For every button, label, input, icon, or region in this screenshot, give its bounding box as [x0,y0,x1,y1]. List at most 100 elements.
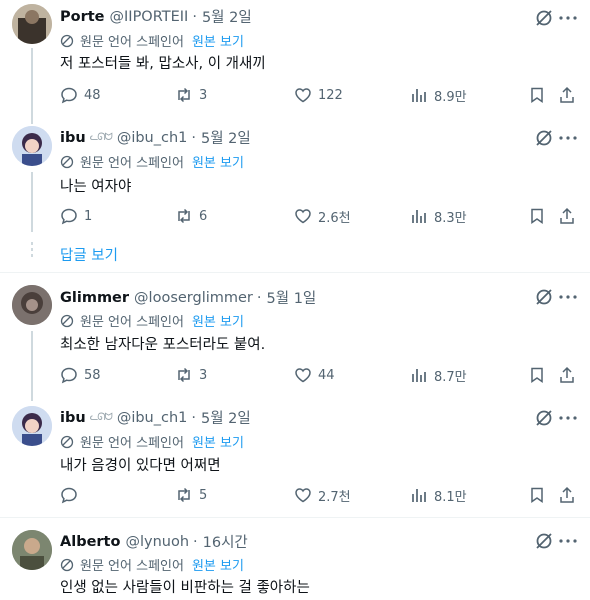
avatar[interactable] [12,285,52,325]
show-original-link[interactable]: 원본 보기 [192,432,244,451]
translation-notice: 원문 언어 스페인어 원본 보기 [60,31,244,50]
timestamp[interactable]: 5월 2일 [202,6,252,27]
retweet-count: 3 [199,87,208,103]
tweet-header: ibu ᓚᘏᗢ @ibu_ch1 · 5월 2일 [60,407,251,428]
reply-count: 48 [84,87,101,103]
share-button[interactable] [558,85,576,105]
more-options-icon[interactable] [558,408,578,428]
tweet-header: Alberto @lynuoh · 16시간 [60,531,248,552]
display-name[interactable]: ibu [60,410,86,426]
handle[interactable]: @lynuoh [125,534,189,550]
more-options-icon[interactable] [558,8,578,28]
like-button[interactable]: 122 [294,85,343,105]
bookmark-button[interactable] [528,485,546,505]
translation-notice: 원문 언어 스페인어 원본 보기 [60,152,244,171]
tweet[interactable]: ibu ᓚᘏᗢ @ibu_ch1 · 5월 2일 원문 언어 스페인어 원본 보… [0,118,590,272]
views-button[interactable]: 8.3만 [410,206,467,226]
timestamp[interactable]: 5월 1일 [267,287,317,308]
tweet[interactable]: ibu ᓚᘏᗢ @ibu_ch1 · 5월 2일 원문 언어 스페인어 원본 보… [0,398,590,516]
timestamp[interactable]: 5월 2일 [201,407,251,428]
action-bar: 5 2.7천 8.1만 [60,485,580,505]
translation-notice: 원문 언어 스페인어 원본 보기 [60,311,244,330]
reply-button[interactable]: 48 [60,85,101,105]
tweet-header: Porte @IIPORTEII · 5월 2일 [60,6,252,27]
show-replies-link[interactable]: 답글 보기 [60,244,118,265]
avatar[interactable] [12,4,52,44]
tweet[interactable]: Alberto @lynuoh · 16시간 원문 언어 스페인어 원본 보기 … [0,518,590,600]
avatar[interactable] [12,126,52,166]
handle[interactable]: @IIPORTEII [110,9,189,25]
thread-line [31,118,33,124]
handle[interactable]: @ibu_ch1 [117,130,188,146]
avatar[interactable] [12,406,52,446]
retweet-icon [175,86,193,104]
share-button[interactable] [558,206,576,226]
tweet[interactable]: Glimmer @looserglimmer · 5월 1일 원문 언어 스페인… [0,273,590,401]
share-button[interactable] [558,485,576,505]
timestamp[interactable]: 5월 2일 [201,127,251,148]
more-options-icon[interactable] [558,128,578,148]
like-count: 44 [318,367,335,383]
views-button[interactable]: 8.7만 [410,365,467,385]
display-name[interactable]: ibu [60,130,86,146]
analytics-icon [410,489,428,502]
handle[interactable]: @looserglimmer [134,290,253,306]
show-original-link[interactable]: 원본 보기 [192,31,244,50]
show-original-link[interactable]: 원본 보기 [192,555,244,574]
display-name[interactable]: Glimmer [60,290,129,306]
tweet[interactable]: Porte @IIPORTEII · 5월 2일 원문 언어 스페인어 원본 보… [0,0,590,120]
view-count: 8.1만 [434,489,467,505]
grok-icon[interactable] [534,287,554,307]
bookmark-icon [528,486,546,504]
reply-icon [60,366,78,384]
retweet-icon [175,486,193,504]
retweet-button[interactable]: 5 [175,485,207,505]
display-name[interactable]: Porte [60,9,105,25]
grok-icon[interactable] [534,408,554,428]
retweet-count: 6 [199,208,208,224]
view-count: 8.9만 [434,89,467,105]
share-icon [558,207,576,225]
tweet-text: 최소한 남자다운 포스터라도 붙여. [60,337,266,353]
retweet-button[interactable]: 3 [175,85,207,105]
retweet-button[interactable]: 6 [175,206,207,226]
grok-icon[interactable] [534,531,554,551]
retweet-button[interactable]: 3 [175,365,207,385]
show-original-link[interactable]: 원본 보기 [192,311,244,330]
like-button[interactable]: 2.7천 [294,485,351,505]
show-original-link[interactable]: 원본 보기 [192,152,244,171]
avatar[interactable] [12,530,52,570]
bookmark-button[interactable] [528,85,546,105]
thread-line [31,331,33,401]
bookmark-button[interactable] [528,206,546,226]
share-button[interactable] [558,365,576,385]
like-button[interactable]: 2.6천 [294,206,351,226]
more-options-icon[interactable] [558,531,578,551]
translation-label: 원문 언어 스페인어 [80,436,184,451]
tweet-header: Glimmer @looserglimmer · 5월 1일 [60,287,316,308]
avatar-image [12,126,52,166]
reply-icon [60,207,78,225]
analytics-icon [410,210,428,223]
grok-icon[interactable] [534,128,554,148]
views-button[interactable]: 8.9만 [410,85,467,105]
more-options-icon[interactable] [558,287,578,307]
heart-icon [294,366,312,384]
retweet-count: 3 [199,367,208,383]
name-badge: ᓚᘏᗢ [89,132,113,143]
reply-button[interactable]: 1 [60,206,92,226]
avatar-image [12,285,52,325]
display-name[interactable]: Alberto [60,534,120,550]
retweet-count: 5 [199,487,208,503]
grok-icon[interactable] [534,8,554,28]
reply-button[interactable]: 58 [60,365,101,385]
views-button[interactable]: 8.1만 [410,485,467,505]
handle[interactable]: @ibu_ch1 [117,410,188,426]
timestamp[interactable]: 16시간 [203,531,248,552]
like-button[interactable]: 44 [294,365,335,385]
like-count: 2.7천 [318,489,351,505]
separator: · [192,8,197,25]
share-icon [558,486,576,504]
reply-button[interactable] [60,485,78,505]
bookmark-button[interactable] [528,365,546,385]
